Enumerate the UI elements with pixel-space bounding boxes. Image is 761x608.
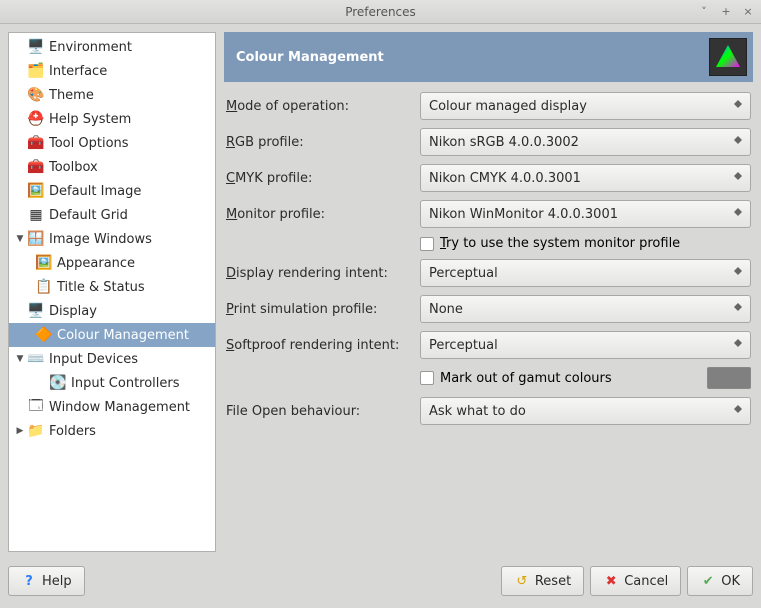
rgb-combo[interactable]: Nikon sRGB 4.0.0.3002 bbox=[420, 128, 751, 156]
close-icon[interactable]: × bbox=[741, 5, 755, 19]
gamut-row: Mark out of gamut colours bbox=[420, 367, 751, 389]
settings-form: Mode of operation: Colour managed displa… bbox=[224, 88, 753, 429]
preferences-tree: 🖥️ Environment 🗂️ Interface 🎨 Theme ⛑️ Help … bbox=[8, 32, 216, 552]
minimize-icon[interactable]: ˅ bbox=[697, 5, 711, 19]
window-title: Preferences bbox=[345, 5, 416, 19]
fileopen-combo[interactable]: Ask what to do bbox=[420, 397, 751, 425]
theme-icon: 🎨 bbox=[27, 86, 45, 104]
cancel-button[interactable]: ✖ Cancel bbox=[590, 566, 681, 596]
button-bar: ? Help ↺ Reset ✖ Cancel ✔ OK bbox=[0, 560, 761, 604]
reset-icon: ↺ bbox=[514, 573, 530, 589]
sidebar-item-title-status[interactable]: 📋 Title & Status bbox=[9, 275, 215, 299]
sidebar-item-colour-management[interactable]: 🔶 Colour Management bbox=[9, 323, 215, 347]
gamut-label: Mark out of gamut colours bbox=[440, 371, 612, 386]
sidebar-item-input-devices[interactable]: ▼⌨️ Input Devices bbox=[9, 347, 215, 371]
reset-button[interactable]: ↺ Reset bbox=[501, 566, 584, 596]
tree-label: Toolbox bbox=[49, 160, 98, 175]
window-mgmt-icon: 🗔 bbox=[27, 398, 45, 416]
system-monitor-label: Try to use the system monitor profile bbox=[440, 236, 680, 251]
page-title: Colour Management bbox=[236, 50, 384, 65]
ok-icon: ✔ bbox=[700, 573, 716, 589]
mode-label: Mode of operation: bbox=[226, 99, 414, 114]
display-intent-label: Display rendering intent: bbox=[226, 266, 414, 281]
gamut-checkbox[interactable] bbox=[420, 371, 434, 385]
tree-label: Title & Status bbox=[57, 280, 145, 295]
tree-label: Environment bbox=[49, 40, 132, 55]
ok-button[interactable]: ✔ OK bbox=[687, 566, 753, 596]
sidebar-item-help-system[interactable]: ⛑️ Help System bbox=[9, 107, 215, 131]
tree-label: Interface bbox=[49, 64, 107, 79]
sidebar-item-display[interactable]: 🖥️ Display bbox=[9, 299, 215, 323]
sidebar-item-interface[interactable]: 🗂️ Interface bbox=[9, 59, 215, 83]
softproof-combo[interactable]: Perceptual bbox=[420, 331, 751, 359]
tree-label: Input Controllers bbox=[71, 376, 180, 391]
grid-icon: ▦ bbox=[27, 206, 45, 224]
tree-label: Appearance bbox=[57, 256, 135, 271]
cmyk-label: CMYK profile: bbox=[226, 171, 414, 186]
tree-label: Default Grid bbox=[49, 208, 128, 223]
tree-label: Default Image bbox=[49, 184, 141, 199]
sidebar-item-theme[interactable]: 🎨 Theme bbox=[9, 83, 215, 107]
title-status-icon: 📋 bbox=[35, 278, 53, 296]
tree-label: Window Management bbox=[49, 400, 190, 415]
tree-label: Help System bbox=[49, 112, 131, 127]
window-icon: 🪟 bbox=[27, 230, 45, 248]
sidebar-item-appearance[interactable]: 🖼️ Appearance bbox=[9, 251, 215, 275]
tree-label: Tool Options bbox=[49, 136, 129, 151]
monitor-combo[interactable]: Nikon WinMonitor 4.0.0.3001 bbox=[420, 200, 751, 228]
appearance-icon: 🖼️ bbox=[35, 254, 53, 272]
titlebar: Preferences ˅ + × bbox=[0, 0, 761, 24]
display-intent-combo[interactable]: Perceptual bbox=[420, 259, 751, 287]
sidebar-item-default-image[interactable]: 🖼️ Default Image bbox=[9, 179, 215, 203]
maximize-icon[interactable]: + bbox=[719, 5, 733, 19]
tree-label: Image Windows bbox=[49, 232, 152, 247]
monitor-label: Monitor profile: bbox=[226, 207, 414, 222]
colour-triangle-icon bbox=[709, 38, 747, 76]
system-monitor-check-row: Try to use the system monitor profile bbox=[420, 236, 751, 251]
input-devices-icon: ⌨️ bbox=[27, 350, 45, 368]
cancel-icon: ✖ bbox=[603, 573, 619, 589]
environment-icon: 🖥️ bbox=[27, 38, 45, 56]
sidebar-item-image-windows[interactable]: ▼🪟 Image Windows bbox=[9, 227, 215, 251]
sidebar-item-environment[interactable]: 🖥️ Environment bbox=[9, 35, 215, 59]
sidebar-item-window-management[interactable]: 🗔 Window Management bbox=[9, 395, 215, 419]
help-button[interactable]: ? Help bbox=[8, 566, 85, 596]
tree-label: Input Devices bbox=[49, 352, 138, 367]
fileopen-label: File Open behaviour: bbox=[226, 404, 414, 419]
softproof-label: Softproof rendering intent: bbox=[226, 338, 414, 353]
interface-icon: 🗂️ bbox=[27, 62, 45, 80]
main-panel: Colour Management Mode of operation: Col… bbox=[224, 32, 753, 552]
tree-label: Folders bbox=[49, 424, 96, 439]
tree-label: Theme bbox=[49, 88, 94, 103]
default-image-icon: 🖼️ bbox=[27, 182, 45, 200]
sidebar-item-folders[interactable]: ▶📁 Folders bbox=[9, 419, 215, 443]
tool-options-icon: 🧰 bbox=[27, 134, 45, 152]
expander-icon[interactable]: ▶ bbox=[13, 424, 27, 438]
sidebar-item-tool-options[interactable]: 🧰 Tool Options bbox=[9, 131, 215, 155]
folders-icon: 📁 bbox=[27, 422, 45, 440]
tree-label: Colour Management bbox=[57, 328, 189, 343]
sidebar-item-toolbox[interactable]: 🧰 Toolbox bbox=[9, 155, 215, 179]
mode-combo[interactable]: Colour managed display bbox=[420, 92, 751, 120]
system-monitor-checkbox[interactable] bbox=[420, 237, 434, 251]
page-header: Colour Management bbox=[224, 32, 753, 82]
content-area: 🖥️ Environment 🗂️ Interface 🎨 Theme ⛑️ Help … bbox=[0, 24, 761, 560]
sidebar-item-input-controllers[interactable]: 💽 Input Controllers bbox=[9, 371, 215, 395]
display-icon: 🖥️ bbox=[27, 302, 45, 320]
expander-icon[interactable]: ▼ bbox=[13, 232, 27, 246]
help-icon: ? bbox=[21, 573, 37, 589]
controllers-icon: 💽 bbox=[49, 374, 67, 392]
gamut-colour-swatch[interactable] bbox=[707, 367, 751, 389]
toolbox-icon: 🧰 bbox=[27, 158, 45, 176]
expander-icon[interactable]: ▼ bbox=[13, 352, 27, 366]
print-sim-label: Print simulation profile: bbox=[226, 302, 414, 317]
help-icon: ⛑️ bbox=[27, 110, 45, 128]
tree-label: Display bbox=[49, 304, 97, 319]
rgb-label: RGB profile: bbox=[226, 135, 414, 150]
cmyk-combo[interactable]: Nikon CMYK 4.0.0.3001 bbox=[420, 164, 751, 192]
sidebar-item-default-grid[interactable]: ▦ Default Grid bbox=[9, 203, 215, 227]
print-sim-combo[interactable]: None bbox=[420, 295, 751, 323]
colour-icon: 🔶 bbox=[35, 326, 53, 344]
window-controls: ˅ + × bbox=[697, 5, 755, 19]
